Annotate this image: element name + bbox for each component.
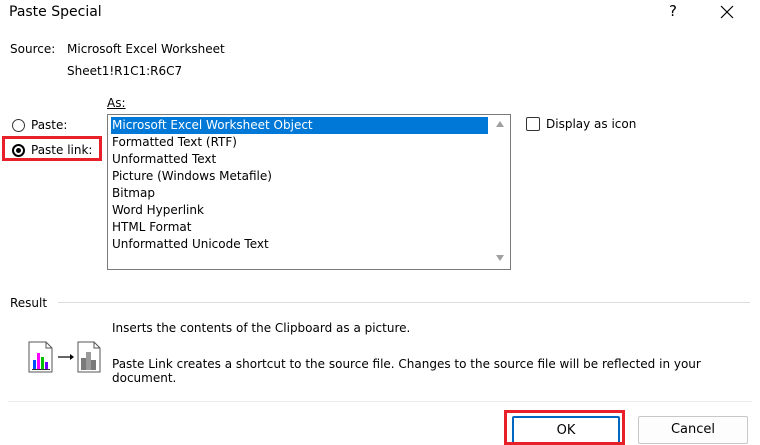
list-item[interactable]: Picture (Windows Metafile) bbox=[111, 168, 488, 185]
scroll-up-icon[interactable] bbox=[496, 121, 504, 127]
list-item[interactable]: Bitmap bbox=[111, 185, 488, 202]
list-item[interactable]: Formatted Text (RTF) bbox=[111, 134, 488, 151]
paste-radio[interactable]: Paste: bbox=[12, 118, 67, 132]
format-listbox[interactable]: Microsoft Excel Worksheet Object Formatt… bbox=[107, 114, 511, 270]
close-icon bbox=[720, 5, 734, 19]
highlight-box-paste-link bbox=[2, 136, 102, 161]
scroll-down-icon[interactable] bbox=[496, 255, 504, 261]
list-item[interactable]: Word Hyperlink bbox=[111, 202, 488, 219]
list-scrollbar[interactable] bbox=[490, 115, 510, 269]
source-range: Sheet1!R1C1:R6C7 bbox=[67, 64, 183, 78]
display-as-icon-label: Display as icon bbox=[546, 117, 637, 131]
paste-link-result-icon bbox=[28, 338, 108, 377]
source-value: Microsoft Excel Worksheet bbox=[67, 42, 225, 56]
source-label: Source: bbox=[10, 42, 56, 56]
as-label-text: As: bbox=[107, 96, 126, 110]
result-bottom-divider bbox=[8, 401, 752, 402]
paste-radio-label: Paste: bbox=[31, 118, 68, 132]
close-button[interactable] bbox=[712, 0, 742, 24]
result-divider bbox=[58, 302, 750, 303]
list-item[interactable]: Unformatted Unicode Text bbox=[111, 236, 488, 253]
cancel-button[interactable]: Cancel bbox=[638, 416, 748, 444]
paste-radio-circle[interactable] bbox=[12, 118, 25, 132]
list-item[interactable]: Unformatted Text bbox=[111, 151, 488, 168]
result-description: Inserts the contents of the Clipboard as… bbox=[112, 321, 411, 335]
display-as-icon-checkbox[interactable]: Display as icon bbox=[526, 117, 636, 131]
list-item[interactable]: Microsoft Excel Worksheet Object bbox=[111, 117, 488, 134]
list-item[interactable]: HTML Format bbox=[111, 219, 488, 236]
highlight-box-ok bbox=[504, 410, 625, 445]
result-label: Result bbox=[10, 296, 48, 310]
help-button[interactable]: ? bbox=[664, 2, 682, 22]
display-as-icon-box[interactable] bbox=[526, 117, 540, 131]
result-link-description: Paste Link creates a shortcut to the sou… bbox=[112, 357, 701, 385]
dialog-title: Paste Special bbox=[9, 4, 102, 20]
as-label: As: bbox=[107, 96, 126, 110]
